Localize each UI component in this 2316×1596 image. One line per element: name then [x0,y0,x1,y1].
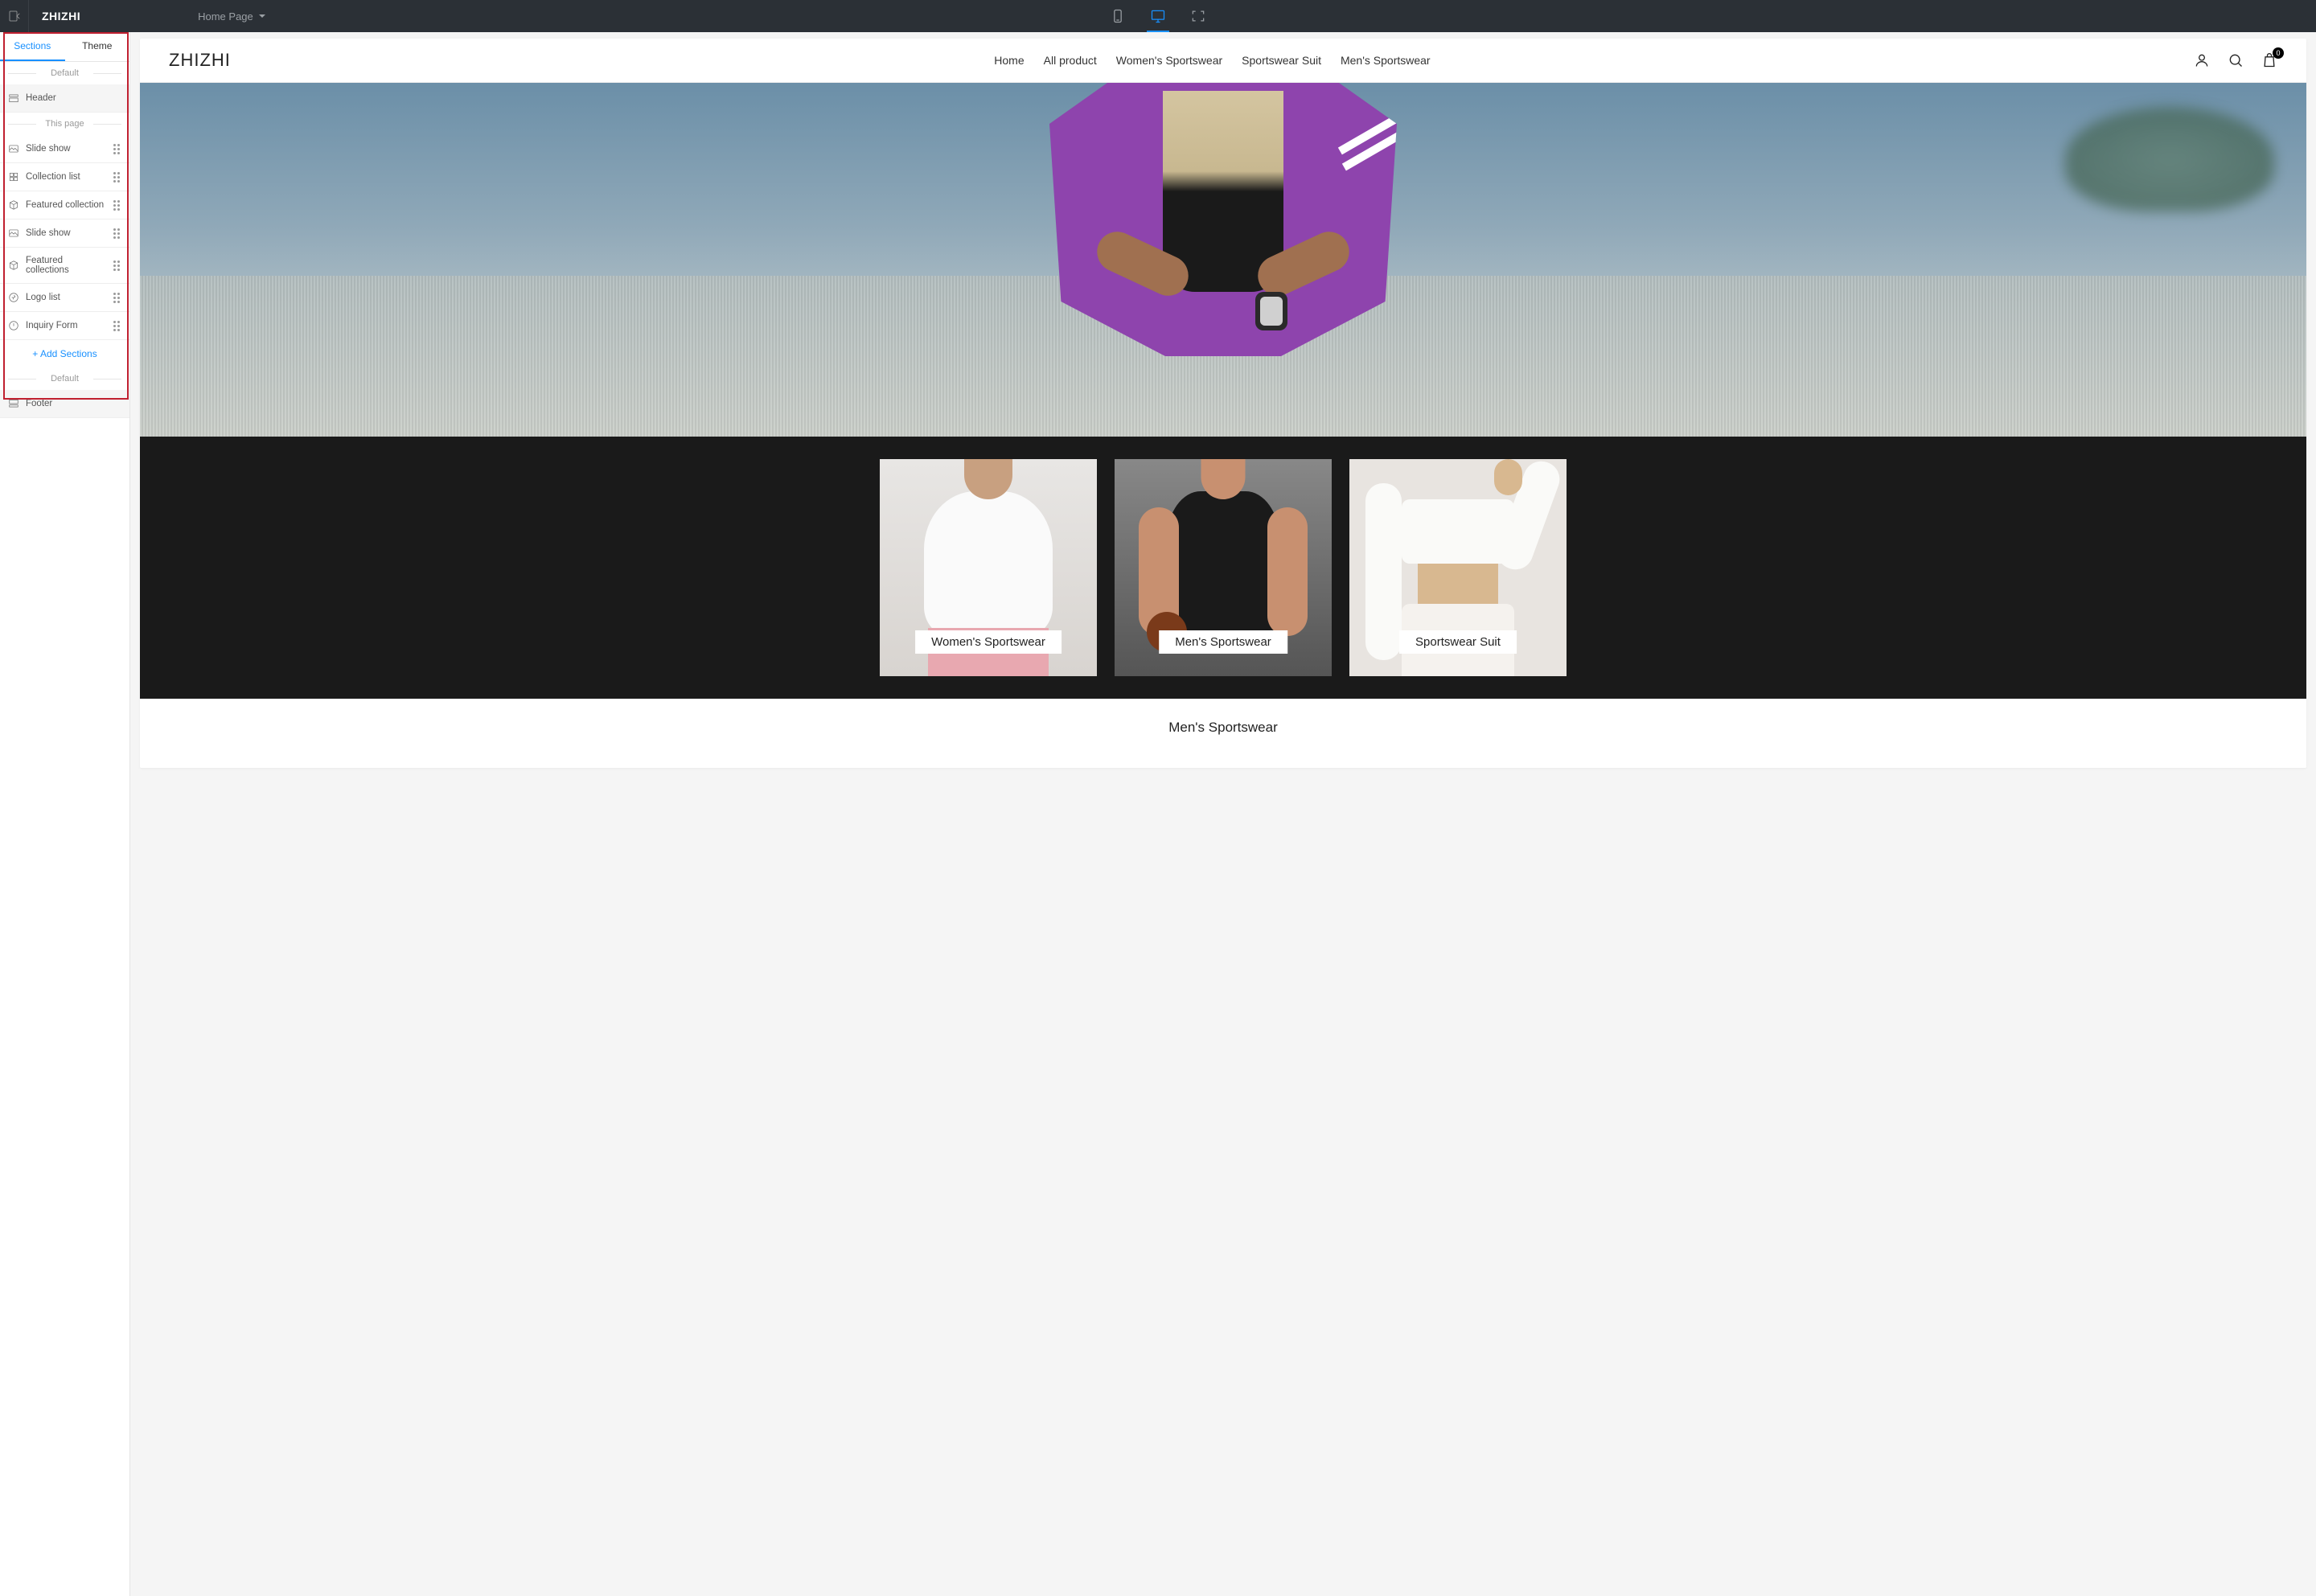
section-item[interactable]: Slide show [0,220,129,248]
section-item-label: Featured collection [26,200,107,210]
nav-link[interactable]: All product [1044,54,1097,67]
section-item-label: Inquiry Form [26,321,107,330]
drag-handle-icon[interactable] [113,321,121,331]
form-icon [8,320,19,331]
collection-label: Sportswear Suit [1399,630,1517,654]
group-label-default-top: Default [0,62,129,84]
sections-sidebar: Sections Theme Default Header This page … [0,32,130,1596]
drag-handle-icon[interactable] [113,144,121,154]
device-fullscreen-button[interactable] [1190,8,1206,24]
tab-sections[interactable]: Sections [0,32,65,61]
cart-icon[interactable]: 0 [2261,52,2277,68]
site-header-icons: 0 [2194,52,2277,68]
back-button[interactable] [0,0,29,32]
image-icon [8,228,19,239]
group-label-thispage: This page [0,113,129,135]
drag-handle-icon[interactable] [113,228,121,239]
section-item[interactable]: Featured collections [0,248,129,284]
logo-icon [8,292,19,303]
device-desktop-button[interactable] [1150,8,1166,24]
site-nav: Home All product Women's Sportswear Spor… [231,54,2194,67]
section-footer[interactable]: Footer [0,390,129,418]
site-header: ZHIZHI Home All product Women's Sportswe… [140,39,2306,83]
sidebar-tabs: Sections Theme [0,32,129,62]
editor-brand: ZHIZHI [29,10,93,23]
drag-handle-icon[interactable] [113,261,121,271]
featured-collection-heading: Men's Sportswear [140,699,2306,768]
device-switcher [1110,8,1206,24]
editor-topbar: ZHIZHI Home Page [0,0,2316,32]
section-header[interactable]: Header [0,84,129,113]
section-item-label: Collection list [26,172,107,182]
collection-label: Women's Sportswear [915,630,1062,654]
section-item[interactable]: Inquiry Form [0,312,129,340]
cart-badge: 0 [2273,47,2284,59]
section-header-label: Header [26,93,121,103]
section-item-label: Featured collections [26,256,107,275]
collection-card[interactable]: Men's Sportswear [1115,459,1332,676]
device-mobile-button[interactable] [1110,8,1126,24]
page-selector-label: Home Page [198,10,253,23]
drag-handle-icon[interactable] [113,172,121,183]
section-footer-label: Footer [26,399,121,408]
nav-link[interactable]: Men's Sportswear [1341,54,1431,67]
site-logo[interactable]: ZHIZHI [169,50,231,71]
section-item[interactable]: Logo list [0,284,129,312]
collection-list: Women's Sportswear Men's Sportswear Spor… [140,437,2306,699]
sidebar-wrap: Sections Theme Default Header This page … [0,32,130,1596]
footer-icon [8,398,19,409]
preview-pane[interactable]: ZHIZHI Home All product Women's Sportswe… [130,32,2316,1596]
nav-link[interactable]: Sportswear Suit [1242,54,1321,67]
topbar-left: ZHIZHI Home Page [0,0,266,32]
box-icon [8,199,19,211]
hero-figure [998,83,1448,437]
section-item[interactable]: Collection list [0,163,129,191]
group-label-default-bottom: Default [0,367,129,390]
section-item-label: Logo list [26,293,107,302]
tab-theme[interactable]: Theme [65,32,130,61]
collection-label: Men's Sportswear [1159,630,1287,654]
collection-card[interactable]: Women's Sportswear [880,459,1097,676]
drag-handle-icon[interactable] [113,293,121,303]
nav-link[interactable]: Home [994,54,1024,67]
site-canvas: ZHIZHI Home All product Women's Sportswe… [140,39,2306,768]
hero-slide[interactable] [140,83,2306,437]
page-selector[interactable]: Home Page [198,10,266,23]
header-icon [8,92,19,104]
account-icon[interactable] [2194,52,2210,68]
section-item-label: Slide show [26,228,107,238]
add-section-button[interactable]: + Add Sections [0,340,129,367]
section-item[interactable]: Slide show [0,135,129,163]
drag-handle-icon[interactable] [113,200,121,211]
nav-link[interactable]: Women's Sportswear [1116,54,1222,67]
editor-main: Sections Theme Default Header This page … [0,32,2316,1596]
collection-card[interactable]: Sportswear Suit [1349,459,1567,676]
chevron-down-icon [258,12,266,20]
section-item-label: Slide show [26,144,107,154]
section-item[interactable]: Featured collection [0,191,129,220]
search-icon[interactable] [2228,52,2244,68]
image-icon [8,143,19,154]
grid-icon [8,171,19,183]
box-icon [8,260,19,271]
